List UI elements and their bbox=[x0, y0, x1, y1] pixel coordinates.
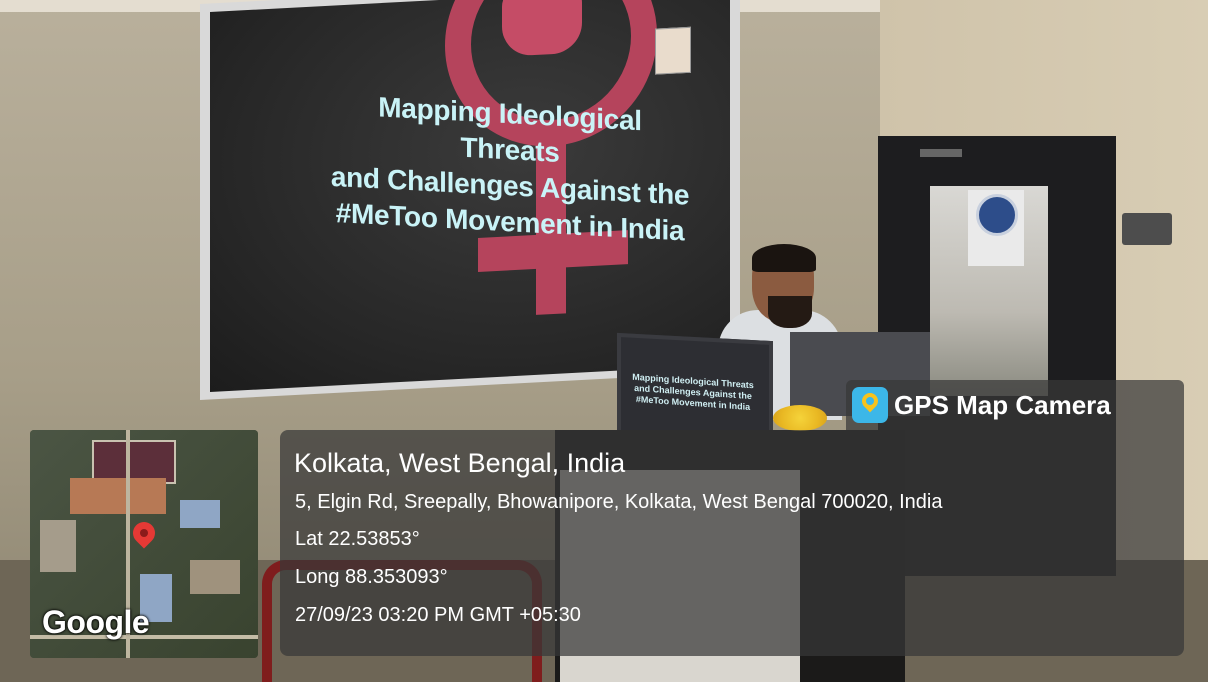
mini-map: Google bbox=[30, 430, 258, 658]
metoo-sign-image bbox=[655, 26, 691, 75]
location-title: Kolkata, West Bengal, India bbox=[294, 448, 626, 478]
flower-bouquet bbox=[773, 405, 827, 431]
emblem-icon bbox=[976, 194, 1018, 236]
person-beard bbox=[768, 296, 812, 328]
wall-switch-panel bbox=[1122, 213, 1172, 245]
map-block bbox=[40, 520, 76, 572]
latitude: Lat 22.53853° bbox=[295, 528, 420, 550]
map-block bbox=[70, 478, 166, 514]
longitude: Long 88.353093° bbox=[295, 566, 448, 588]
location-address: 5, Elgin Rd, Sreepally, Bhowanipore, Kol… bbox=[295, 491, 943, 513]
gps-brand-bar: GPS Map Camera bbox=[846, 380, 1184, 430]
location-info-panel: Kolkata, West Bengal, India 5, Elgin Rd,… bbox=[280, 430, 1184, 656]
brand-label: GPS Map Camera bbox=[894, 389, 1111, 420]
timestamp: 27/09/23 03:20 PM GMT +05:30 bbox=[295, 604, 581, 626]
map-block bbox=[180, 500, 220, 528]
map-pin-camera-icon bbox=[852, 387, 888, 423]
map-pin-dot bbox=[140, 529, 148, 537]
map-block bbox=[190, 560, 240, 594]
photo-scene: Mapping Ideological Threats and Challeng… bbox=[0, 0, 1208, 682]
projector-screen: Mapping Ideological Threats and Challeng… bbox=[210, 0, 730, 392]
person-hair bbox=[752, 244, 816, 272]
slide-title: Mapping Ideological Threats and Challeng… bbox=[330, 87, 690, 250]
map-attribution: Google bbox=[42, 604, 150, 640]
door-closer bbox=[920, 149, 962, 157]
